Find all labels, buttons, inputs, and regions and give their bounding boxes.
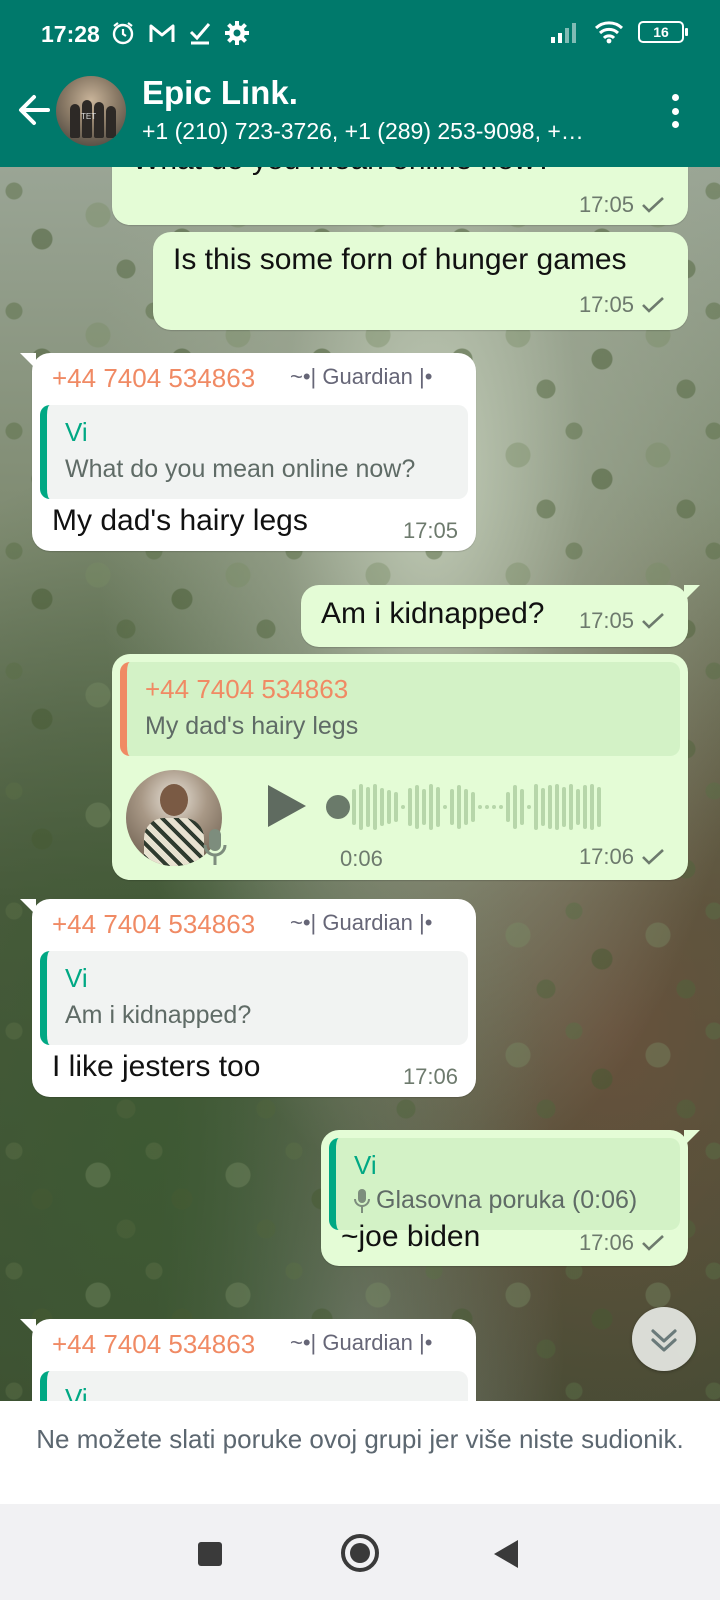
status-bar: 17:28 16	[0, 0, 720, 66]
checkmark-icon	[189, 23, 211, 45]
quote-author: Vi	[65, 1383, 88, 1401]
status-icons-left	[110, 20, 250, 46]
group-avatar[interactable]: TET	[56, 76, 126, 146]
more-options-icon[interactable]	[670, 94, 680, 128]
sender-tag: ~•| Guardian |•	[290, 910, 433, 935]
status-icons-right: 16	[550, 20, 688, 44]
outgoing-message[interactable]: Vi Glasovna poruka (0:06) ~joe biden 17:…	[321, 1130, 700, 1266]
message-meta: 17:05	[579, 192, 666, 218]
quote-author: Vi	[65, 417, 88, 447]
alarm-icon	[112, 22, 134, 45]
message-text: What do you mean online now?	[132, 167, 552, 177]
sent-check-icon	[642, 613, 664, 629]
message-time: 17:06	[578, 844, 634, 869]
outgoing-message[interactable]: What do you mean online now? 17:05	[112, 167, 688, 225]
group-members-subtitle[interactable]: +1 (210) 723-3726, +1 (289) 253-9098, +…	[142, 118, 642, 145]
message-text: My dad's hairy legs	[52, 504, 308, 537]
quoted-message[interactable]: Vi Am i kidnapped?	[40, 951, 468, 1045]
message-time: 17:05	[578, 608, 634, 633]
cannot-send-notice: Ne možete slati poruke ovoj grupi jer vi…	[0, 1401, 720, 1504]
group-title[interactable]: Epic Link.	[142, 74, 298, 112]
wifi-icon	[594, 21, 624, 44]
quote-text: What do you mean online now?	[65, 455, 416, 483]
sent-check-icon	[642, 1235, 664, 1251]
message-text: Am i kidnapped?	[321, 597, 545, 630]
quoted-message[interactable]: Vi Glasovna poruka (0:06)	[329, 1138, 680, 1230]
quoted-message[interactable]: Vi What do you mean online now?	[40, 405, 468, 499]
message-meta: 17:06	[403, 1064, 458, 1090]
battery-icon: 16	[638, 21, 688, 43]
sender-tag: ~•| Guardian |•	[290, 364, 433, 389]
quote-text-label: Glasovna poruka (0:06)	[376, 1186, 638, 1214]
message-time: 17:06	[402, 1064, 458, 1089]
incoming-message[interactable]: +44 7404 534863 ~•| Guardian |• Vi	[20, 1319, 476, 1401]
gmail-icon	[149, 24, 175, 42]
recent-apps-icon[interactable]	[198, 1542, 222, 1566]
microphone-icon	[354, 1188, 370, 1213]
back-icon[interactable]	[494, 1540, 518, 1568]
message-time: 17:05	[578, 292, 634, 317]
back-arrow-icon[interactable]	[14, 90, 54, 130]
message-text: Is this some forn of hunger games	[173, 243, 627, 276]
sent-check-icon	[642, 197, 664, 213]
waveform-scrubber[interactable]	[326, 795, 350, 819]
quote-author: Vi	[65, 963, 88, 993]
quoted-message[interactable]: +44 7404 534863 My dad's hairy legs	[120, 662, 680, 756]
message-meta: 17:05	[579, 292, 666, 318]
message-list[interactable]: What do you mean online now? 17:05 Is th…	[0, 167, 720, 1401]
avatar-text: TET	[81, 112, 97, 121]
message-time: 17:05	[402, 518, 458, 543]
home-icon[interactable]	[341, 1534, 379, 1572]
outgoing-voice-message[interactable]: +44 7404 534863 My dad's hairy legs 0:06…	[112, 654, 688, 880]
quote-author: +44 7404 534863	[145, 674, 349, 704]
quote-text: Am i kidnapped?	[65, 1001, 252, 1029]
sender-name[interactable]: +44 7404 534863	[52, 363, 255, 394]
quote-text: My dad's hairy legs	[145, 712, 359, 740]
incoming-message[interactable]: +44 7404 534863 ~•| Guardian |• Vi What …	[20, 353, 476, 551]
message-meta: 17:05	[579, 608, 666, 634]
voice-duration: 0:06	[340, 846, 383, 871]
sender-name[interactable]: +44 7404 534863	[52, 909, 255, 940]
signal-icon	[551, 23, 576, 43]
message-meta: 17:06	[579, 844, 666, 870]
settings-icon	[225, 21, 249, 45]
outgoing-message[interactable]: Is this some forn of hunger games 17:05	[153, 232, 688, 330]
message-text: I like jesters too	[52, 1050, 261, 1083]
incoming-message[interactable]: +44 7404 534863 ~•| Guardian |• Vi Am i …	[20, 899, 476, 1097]
message-time: 17:05	[578, 192, 634, 217]
scroll-to-bottom-button[interactable]	[632, 1307, 696, 1371]
message-meta: 17:05	[403, 518, 458, 544]
play-icon[interactable]	[264, 782, 308, 830]
voice-waveform[interactable]	[352, 782, 601, 832]
quoted-message[interactable]: Vi	[40, 1371, 468, 1401]
quote-author: Vi	[354, 1150, 377, 1180]
microphone-icon	[203, 829, 227, 865]
sent-check-icon	[642, 297, 664, 313]
message-text: ~joe biden	[341, 1220, 481, 1253]
message-time: 17:06	[578, 1230, 634, 1255]
chat-header: 17:28 16 TET Epic Link. +1 (210) 723-372…	[0, 0, 720, 167]
double-chevron-down-icon	[651, 1329, 677, 1352]
quote-text: Glasovna poruka (0:06)	[354, 1186, 637, 1215]
message-meta: 17:06	[579, 1230, 666, 1256]
sender-tag: ~•| Guardian |•	[290, 1330, 433, 1355]
outgoing-message[interactable]: Am i kidnapped? 17:05	[301, 585, 700, 647]
status-time: 17:28	[41, 21, 100, 47]
system-navigation-bar	[0, 1504, 720, 1600]
sender-name[interactable]: +44 7404 534863	[52, 1329, 255, 1360]
sent-check-icon	[642, 849, 664, 865]
